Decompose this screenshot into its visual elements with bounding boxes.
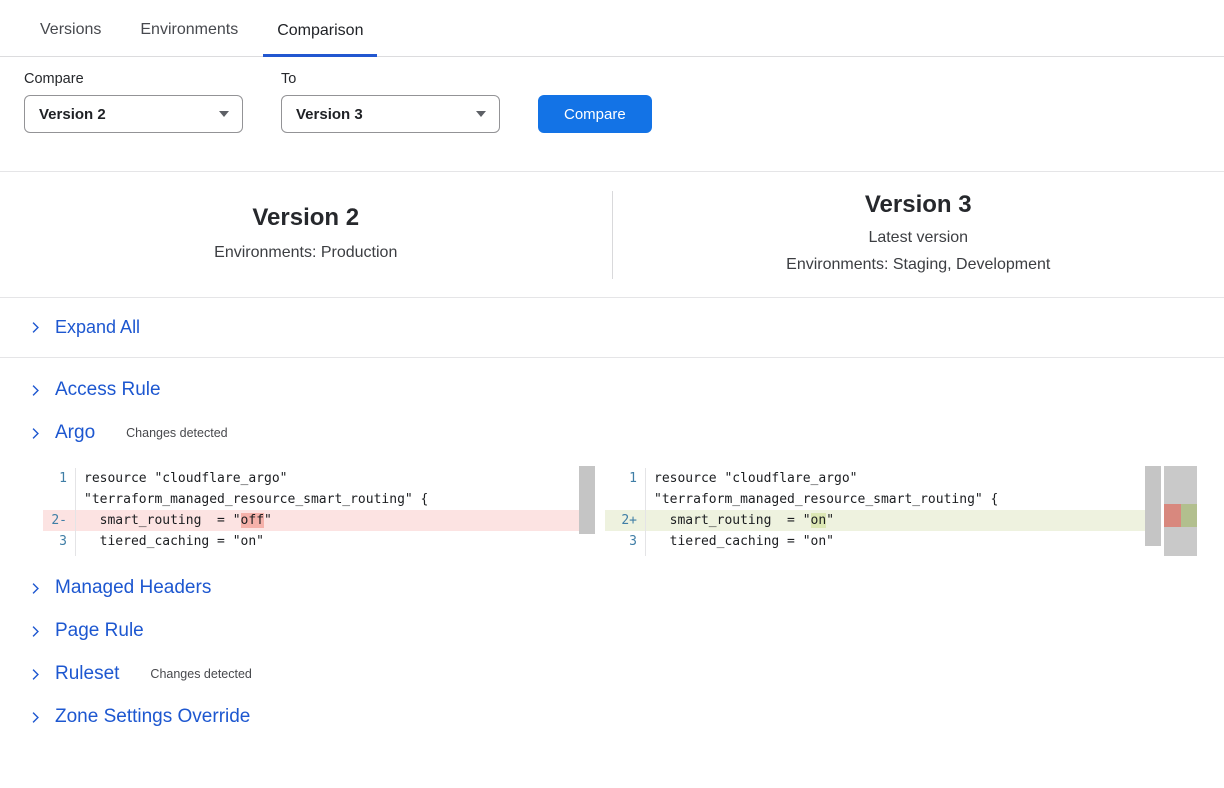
to-field-group: To Version 3 (281, 71, 500, 133)
chevron-right-icon (29, 321, 42, 334)
version-right-subtitle-2: Environments: Staging, Development (613, 251, 1224, 278)
chevron-right-icon (29, 668, 42, 681)
code-text: tiered_caching = "on" (84, 534, 264, 549)
section-label: Managed Headers (55, 577, 211, 599)
code-text: tiered_caching = "on" (654, 534, 834, 549)
argo-diff: 1 resource "cloudflare_argo" "terraform_… (43, 466, 1224, 556)
diff-line-added: 2+ smart_routing = "on" (605, 510, 1161, 531)
divider (0, 297, 1224, 298)
code-text: } (84, 555, 92, 556)
compare-version-select[interactable]: Version 2 (24, 95, 243, 133)
line-number: 3 (43, 531, 75, 552)
section-managed-headers[interactable]: Managed Headers (29, 577, 211, 599)
diff-line: 3 tiered_caching = "on" (605, 531, 1161, 552)
section-argo[interactable]: Argo Changes detected (29, 422, 228, 444)
compare-label: Compare (24, 71, 243, 87)
version-headers: Version 2 Environments: Production Versi… (0, 172, 1224, 297)
line-number: 2+ (605, 510, 645, 531)
addition-marker (1181, 504, 1197, 527)
code-lines: 1 resource "cloudflare_argo" "terraform_… (605, 466, 1161, 556)
section-ruleset[interactable]: Ruleset Changes detected (29, 663, 252, 685)
code-text: " (264, 513, 272, 528)
code-text: "terraform_managed_resource_smart_routin… (654, 492, 998, 507)
version-header-left: Version 2 Environments: Production (0, 204, 612, 266)
line-number (43, 489, 75, 510)
line-number (43, 552, 75, 556)
compare-field-group: Compare Version 2 (24, 71, 243, 133)
section-label: Ruleset (55, 663, 119, 685)
version-right-title: Version 3 (613, 191, 1224, 219)
section-label: Zone Settings Override (55, 706, 250, 728)
tab-bar: Versions Environments Comparison (0, 0, 1224, 57)
added-word: on (811, 513, 827, 528)
chevron-down-icon (219, 111, 229, 117)
scrollbar[interactable] (579, 466, 595, 556)
tab-environments[interactable]: Environments (126, 21, 252, 56)
diff-line-deleted: 2- smart_routing = "off" (43, 510, 595, 531)
section-label: Page Rule (55, 620, 144, 642)
to-label: To (281, 71, 500, 87)
code-lines: 1 resource "cloudflare_argo" "terraform_… (43, 466, 595, 556)
line-number (605, 552, 645, 556)
expand-all-label: Expand All (55, 317, 140, 338)
diff-line: } (605, 552, 1161, 556)
diff-line-wrap: "terraform_managed_resource_smart_routin… (605, 489, 1161, 510)
line-number (605, 489, 645, 510)
tab-comparison[interactable]: Comparison (263, 22, 377, 57)
scrollbar[interactable] (1145, 466, 1161, 556)
compare-version-value: Version 2 (39, 106, 106, 123)
scrollbar-thumb[interactable] (579, 466, 595, 534)
expand-all-button[interactable]: Expand All (0, 298, 140, 357)
chevron-right-icon (29, 625, 42, 638)
code-text: smart_routing = " (654, 513, 811, 528)
version-left-subtitle: Environments: Production (0, 239, 612, 266)
compare-form: Compare Version 2 To Version 3 Compare (24, 71, 1224, 133)
tab-versions[interactable]: Versions (26, 21, 115, 56)
code-text: " (826, 513, 834, 528)
code-text: "terraform_managed_resource_smart_routin… (84, 492, 428, 507)
changes-detected-badge: Changes detected (150, 667, 251, 681)
changes-detected-badge: Changes detected (126, 426, 227, 440)
version-left-title: Version 2 (0, 204, 612, 232)
divider (0, 357, 1224, 358)
chevron-right-icon (29, 384, 42, 397)
scrollbar-thumb[interactable] (1145, 466, 1161, 546)
chevron-right-icon (29, 582, 42, 595)
section-page-rule[interactable]: Page Rule (29, 620, 144, 642)
deleted-word: off (241, 513, 264, 528)
diff-line: 1 resource "cloudflare_argo" (605, 468, 1161, 489)
diff-line: 1 resource "cloudflare_argo" (43, 468, 595, 489)
chevron-down-icon (476, 111, 486, 117)
section-label: Access Rule (55, 379, 161, 401)
code-text: resource "cloudflare_argo" (654, 471, 858, 486)
deletion-marker (1164, 504, 1181, 527)
line-number: 1 (605, 468, 645, 489)
compare-button[interactable]: Compare (538, 95, 652, 133)
diff-overview-ruler[interactable] (1164, 466, 1197, 556)
line-number: 2- (43, 510, 75, 531)
comparison-page: Versions Environments Comparison Compare… (0, 0, 1224, 728)
diff-line: 3 tiered_caching = "on" (43, 531, 595, 552)
diff-panel-left[interactable]: 1 resource "cloudflare_argo" "terraform_… (43, 466, 595, 556)
line-number: 1 (43, 468, 75, 489)
code-text: resource "cloudflare_argo" (84, 471, 288, 486)
section-label: Argo (55, 422, 95, 444)
chevron-right-icon (29, 711, 42, 724)
to-version-value: Version 3 (296, 106, 363, 123)
section-access-rule[interactable]: Access Rule (29, 379, 161, 401)
diff-line-wrap: "terraform_managed_resource_smart_routin… (43, 489, 595, 510)
to-version-select[interactable]: Version 3 (281, 95, 500, 133)
version-right-subtitle-1: Latest version (613, 224, 1224, 251)
line-number: 3 (605, 531, 645, 552)
section-zone-settings-override[interactable]: Zone Settings Override (29, 706, 250, 728)
diff-panel-right[interactable]: 1 resource "cloudflare_argo" "terraform_… (605, 466, 1161, 556)
chevron-right-icon (29, 427, 42, 440)
version-header-right: Version 3 Latest version Environments: S… (613, 191, 1224, 278)
code-text: } (654, 555, 662, 556)
code-text: smart_routing = " (84, 513, 241, 528)
diff-line: } (43, 552, 595, 556)
